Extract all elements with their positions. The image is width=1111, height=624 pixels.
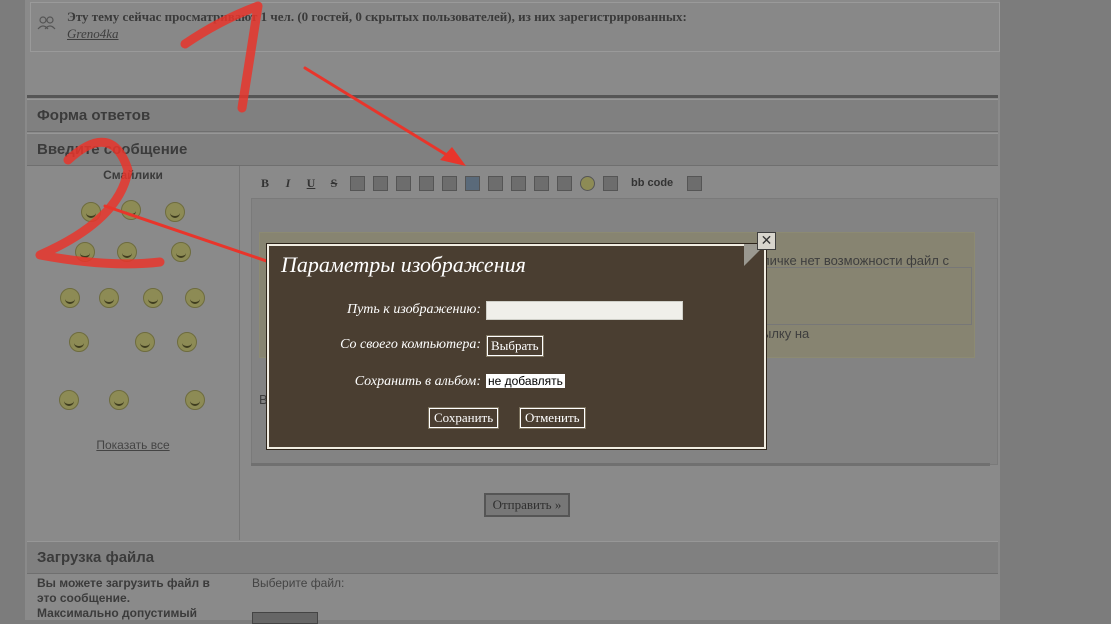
bold-button[interactable]: B <box>257 175 273 191</box>
bbcode-toggle[interactable]: bb code <box>631 177 673 189</box>
upload-desc-line: Вы можете загрузить файл в <box>37 576 210 590</box>
quote-text: ылку на <box>762 326 810 341</box>
image-path-input[interactable] <box>486 301 683 320</box>
glasses-icon[interactable] <box>395 175 411 191</box>
emoticon-icon[interactable] <box>579 175 595 191</box>
translit-icon[interactable] <box>686 175 702 191</box>
upload-description: Вы можете загрузить файл в это сообщение… <box>37 576 237 621</box>
upload-desc-line: это сообщение. <box>37 591 131 605</box>
insert-image-icon[interactable] <box>464 175 480 191</box>
editor-toolbar: B I U S bb code <box>257 174 702 192</box>
image-parameters-dialog: Параметры изображения Путь к изображению… <box>267 244 766 449</box>
smiley-icon[interactable] <box>81 202 101 222</box>
font-size-icon[interactable] <box>349 175 365 191</box>
smiley-icon[interactable] <box>171 242 191 262</box>
reply-form-title: Форма ответов <box>37 107 151 124</box>
save-button[interactable]: Сохранить <box>427 407 500 429</box>
divider <box>27 95 998 98</box>
video-icon[interactable] <box>487 175 503 191</box>
smiley-icon[interactable] <box>165 202 185 222</box>
ordered-list-icon[interactable] <box>533 175 549 191</box>
align-icon[interactable] <box>510 175 526 191</box>
smiley-icon[interactable] <box>60 288 80 308</box>
upload-desc-line: Максимально допустимый <box>37 606 198 620</box>
from-computer-label: Со своего компьютера: <box>340 337 481 352</box>
divider <box>251 463 990 466</box>
smiley-icon[interactable] <box>143 288 163 308</box>
choose-file-label: Выберите файл: <box>252 576 345 590</box>
upload-title: Загрузка файла <box>37 549 155 566</box>
send-button[interactable]: Отправить » <box>484 493 570 517</box>
cancel-button[interactable]: Отменить <box>519 407 586 429</box>
online-text: Эту тему сейчас просматривают 1 чел. (0 … <box>67 9 687 24</box>
smiley-icon[interactable] <box>135 332 155 352</box>
users-icon <box>37 16 56 30</box>
show-all-smilies-link[interactable]: Показать все <box>27 438 239 452</box>
code-icon[interactable] <box>418 175 434 191</box>
smiley-icon[interactable] <box>59 390 79 410</box>
smilies-panel: Смайлики Показать все <box>27 166 240 540</box>
reply-form-header: Форма ответов <box>27 99 998 132</box>
eraser-icon[interactable] <box>602 175 618 191</box>
browse-file-button[interactable] <box>252 612 318 624</box>
enter-message-title: Введите сообщение <box>37 141 188 158</box>
smiley-icon[interactable] <box>109 390 129 410</box>
dialog-title: Параметры изображения <box>281 252 526 277</box>
online-user-link[interactable]: Greno4ka <box>67 26 119 42</box>
smiley-icon[interactable] <box>121 200 141 220</box>
strike-button[interactable]: S <box>326 175 342 191</box>
smiley-icon[interactable] <box>99 288 119 308</box>
underline-button[interactable]: U <box>303 175 319 191</box>
album-select[interactable]: не добавлять <box>486 374 565 388</box>
smilies-title: Смайлики <box>103 168 163 182</box>
upload-header: Загрузка файла <box>27 541 998 574</box>
unordered-list-icon[interactable] <box>556 175 572 191</box>
upload-panel: Вы можете загрузить файл в это сообщение… <box>27 572 998 624</box>
smiley-icon[interactable] <box>177 332 197 352</box>
choose-file-button[interactable]: Выбрать <box>486 335 544 357</box>
flash-icon[interactable] <box>441 175 457 191</box>
quote-icon[interactable] <box>372 175 388 191</box>
smiley-icon[interactable] <box>69 332 89 352</box>
smiley-icon[interactable] <box>185 390 205 410</box>
close-dialog-button[interactable]: ✕ <box>757 232 776 250</box>
who-is-online-panel: Эту тему сейчас просматривают 1 чел. (0 … <box>30 2 1000 52</box>
save-to-album-label: Сохранить в альбом: <box>354 374 481 389</box>
quote-text: личке нет возможности файл с <box>762 253 949 268</box>
italic-button[interactable]: I <box>280 175 296 191</box>
image-path-label: Путь к изображению: <box>346 302 481 317</box>
smiley-icon[interactable] <box>117 242 137 262</box>
smiley-icon[interactable] <box>75 242 95 262</box>
smiley-icon[interactable] <box>185 288 205 308</box>
enter-message-header: Введите сообщение <box>27 133 998 166</box>
